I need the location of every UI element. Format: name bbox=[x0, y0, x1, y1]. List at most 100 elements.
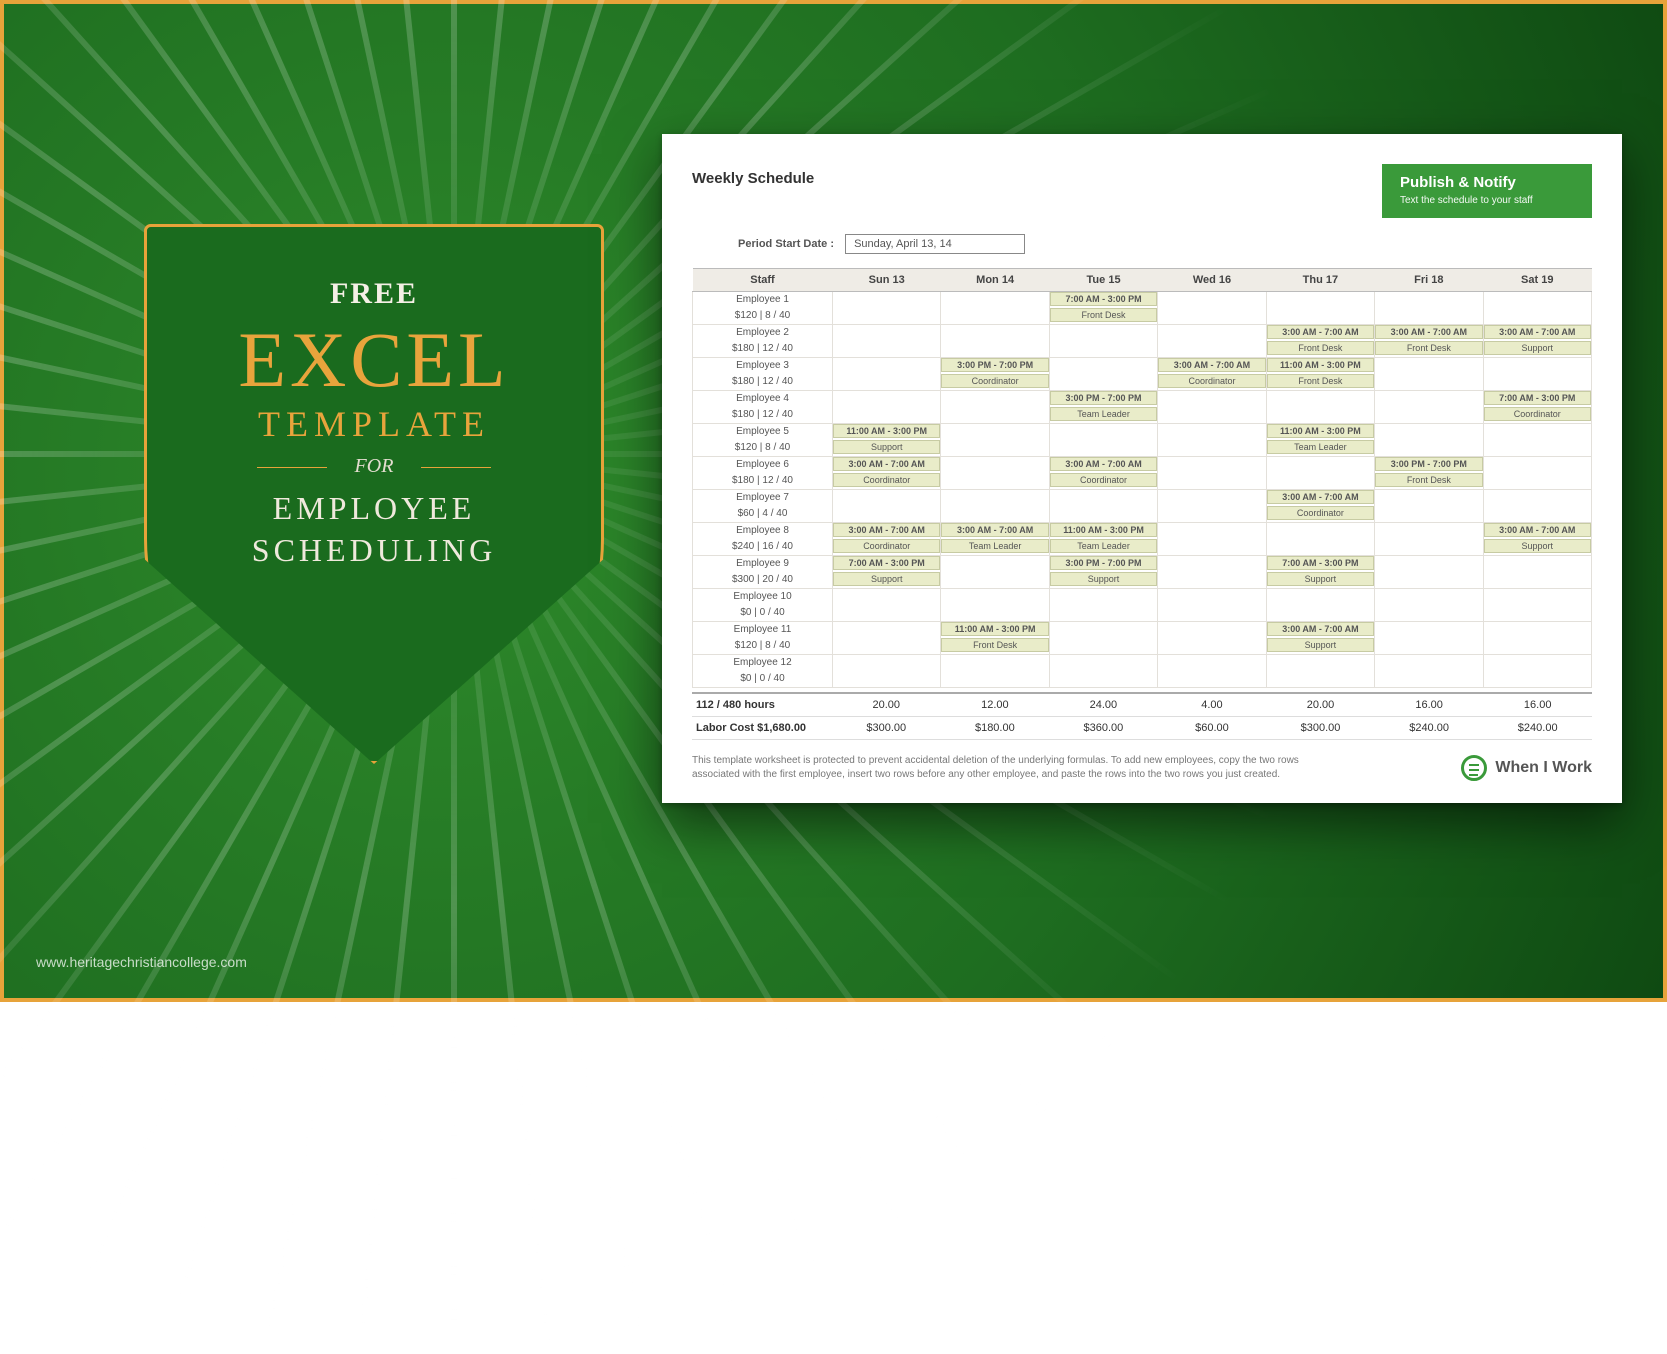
shift-cell[interactable]: 3:00 AM - 7:00 AM bbox=[1158, 358, 1266, 375]
shift-cell[interactable]: Coordinator bbox=[1266, 506, 1374, 523]
shift-cell[interactable]: 7:00 AM - 3:00 PM bbox=[1049, 292, 1157, 309]
shift-cell[interactable] bbox=[1158, 292, 1266, 309]
shift-cell[interactable] bbox=[941, 473, 1049, 490]
shift-cell[interactable] bbox=[1483, 292, 1591, 309]
shift-cell[interactable] bbox=[1266, 655, 1374, 672]
shift-cell[interactable] bbox=[1483, 457, 1591, 474]
shift-cell[interactable] bbox=[1049, 506, 1157, 523]
shift-cell[interactable]: 7:00 AM - 3:00 PM bbox=[1266, 556, 1374, 573]
shift-cell[interactable] bbox=[1158, 589, 1266, 606]
shift-cell[interactable] bbox=[1158, 473, 1266, 490]
shift-cell[interactable] bbox=[1375, 605, 1483, 622]
shift-cell[interactable] bbox=[1483, 572, 1591, 589]
shift-cell[interactable] bbox=[1158, 308, 1266, 325]
shift-cell[interactable] bbox=[1049, 341, 1157, 358]
shift-cell[interactable]: Coordinator bbox=[1158, 374, 1266, 391]
shift-cell[interactable]: Team Leader bbox=[1266, 440, 1374, 457]
shift-cell[interactable] bbox=[1158, 638, 1266, 655]
shift-cell[interactable] bbox=[1158, 490, 1266, 507]
shift-cell[interactable] bbox=[1049, 440, 1157, 457]
shift-cell[interactable] bbox=[833, 622, 941, 639]
shift-cell[interactable] bbox=[1375, 638, 1483, 655]
shift-cell[interactable] bbox=[1158, 556, 1266, 573]
shift-cell[interactable]: Support bbox=[833, 572, 941, 589]
shift-cell[interactable] bbox=[941, 308, 1049, 325]
shift-cell[interactable] bbox=[1158, 605, 1266, 622]
shift-cell[interactable] bbox=[1049, 622, 1157, 639]
shift-cell[interactable] bbox=[1375, 391, 1483, 408]
shift-cell[interactable] bbox=[1158, 622, 1266, 639]
shift-cell[interactable]: 7:00 AM - 3:00 PM bbox=[833, 556, 941, 573]
shift-cell[interactable] bbox=[1158, 655, 1266, 672]
shift-cell[interactable] bbox=[941, 655, 1049, 672]
shift-cell[interactable] bbox=[1049, 358, 1157, 375]
shift-cell[interactable] bbox=[1049, 490, 1157, 507]
shift-cell[interactable] bbox=[1483, 424, 1591, 441]
shift-cell[interactable] bbox=[941, 490, 1049, 507]
shift-cell[interactable] bbox=[1375, 440, 1483, 457]
shift-cell[interactable] bbox=[1483, 473, 1591, 490]
shift-cell[interactable] bbox=[1266, 457, 1374, 474]
period-value[interactable]: Sunday, April 13, 14 bbox=[845, 234, 1025, 254]
shift-cell[interactable] bbox=[1158, 572, 1266, 589]
shift-cell[interactable]: Coordinator bbox=[833, 539, 941, 556]
shift-cell[interactable] bbox=[941, 457, 1049, 474]
shift-cell[interactable]: 3:00 AM - 7:00 AM bbox=[833, 523, 941, 540]
shift-cell[interactable]: Support bbox=[1483, 341, 1591, 358]
shift-cell[interactable] bbox=[941, 440, 1049, 457]
shift-cell[interactable] bbox=[833, 655, 941, 672]
shift-cell[interactable] bbox=[1158, 407, 1266, 424]
shift-cell[interactable] bbox=[1483, 638, 1591, 655]
shift-cell[interactable]: Support bbox=[1266, 638, 1374, 655]
shift-cell[interactable] bbox=[1375, 308, 1483, 325]
shift-cell[interactable]: 3:00 PM - 7:00 PM bbox=[1049, 556, 1157, 573]
shift-cell[interactable] bbox=[941, 556, 1049, 573]
shift-cell[interactable] bbox=[1158, 506, 1266, 523]
shift-cell[interactable] bbox=[833, 292, 941, 309]
shift-cell[interactable] bbox=[1266, 589, 1374, 606]
shift-cell[interactable] bbox=[1483, 308, 1591, 325]
shift-cell[interactable] bbox=[1483, 440, 1591, 457]
shift-cell[interactable] bbox=[833, 638, 941, 655]
shift-cell[interactable] bbox=[1483, 556, 1591, 573]
shift-cell[interactable] bbox=[1266, 292, 1374, 309]
shift-cell[interactable]: Front Desk bbox=[1375, 341, 1483, 358]
shift-cell[interactable] bbox=[941, 325, 1049, 342]
shift-cell[interactable]: 11:00 AM - 3:00 PM bbox=[1266, 358, 1374, 375]
shift-cell[interactable] bbox=[1375, 671, 1483, 688]
shift-cell[interactable]: Support bbox=[1049, 572, 1157, 589]
shift-cell[interactable] bbox=[1049, 589, 1157, 606]
shift-cell[interactable] bbox=[941, 292, 1049, 309]
shift-cell[interactable] bbox=[1483, 655, 1591, 672]
shift-cell[interactable] bbox=[833, 490, 941, 507]
shift-cell[interactable] bbox=[1158, 539, 1266, 556]
shift-cell[interactable] bbox=[833, 325, 941, 342]
shift-cell[interactable] bbox=[1266, 605, 1374, 622]
shift-cell[interactable]: 3:00 AM - 7:00 AM bbox=[1049, 457, 1157, 474]
shift-cell[interactable] bbox=[1375, 292, 1483, 309]
shift-cell[interactable] bbox=[1049, 638, 1157, 655]
shift-cell[interactable]: 11:00 AM - 3:00 PM bbox=[1049, 523, 1157, 540]
shift-cell[interactable]: Front Desk bbox=[1049, 308, 1157, 325]
shift-cell[interactable] bbox=[833, 506, 941, 523]
shift-cell[interactable]: 3:00 AM - 7:00 AM bbox=[1266, 325, 1374, 342]
shift-cell[interactable] bbox=[1049, 655, 1157, 672]
shift-cell[interactable] bbox=[1266, 671, 1374, 688]
shift-cell[interactable] bbox=[1266, 407, 1374, 424]
shift-cell[interactable] bbox=[833, 671, 941, 688]
shift-cell[interactable] bbox=[941, 506, 1049, 523]
shift-cell[interactable] bbox=[1158, 341, 1266, 358]
shift-cell[interactable]: 3:00 PM - 7:00 PM bbox=[941, 358, 1049, 375]
shift-cell[interactable] bbox=[833, 589, 941, 606]
shift-cell[interactable] bbox=[941, 572, 1049, 589]
shift-cell[interactable]: Support bbox=[1483, 539, 1591, 556]
shift-cell[interactable] bbox=[833, 358, 941, 375]
shift-cell[interactable] bbox=[1483, 671, 1591, 688]
shift-cell[interactable] bbox=[833, 407, 941, 424]
publish-notify-button[interactable]: Publish & Notify Text the schedule to yo… bbox=[1382, 164, 1592, 218]
shift-cell[interactable]: 3:00 AM - 7:00 AM bbox=[1266, 490, 1374, 507]
shift-cell[interactable]: Team Leader bbox=[941, 539, 1049, 556]
shift-cell[interactable]: 3:00 PM - 7:00 PM bbox=[1049, 391, 1157, 408]
shift-cell[interactable] bbox=[1375, 374, 1483, 391]
shift-cell[interactable] bbox=[1375, 523, 1483, 540]
